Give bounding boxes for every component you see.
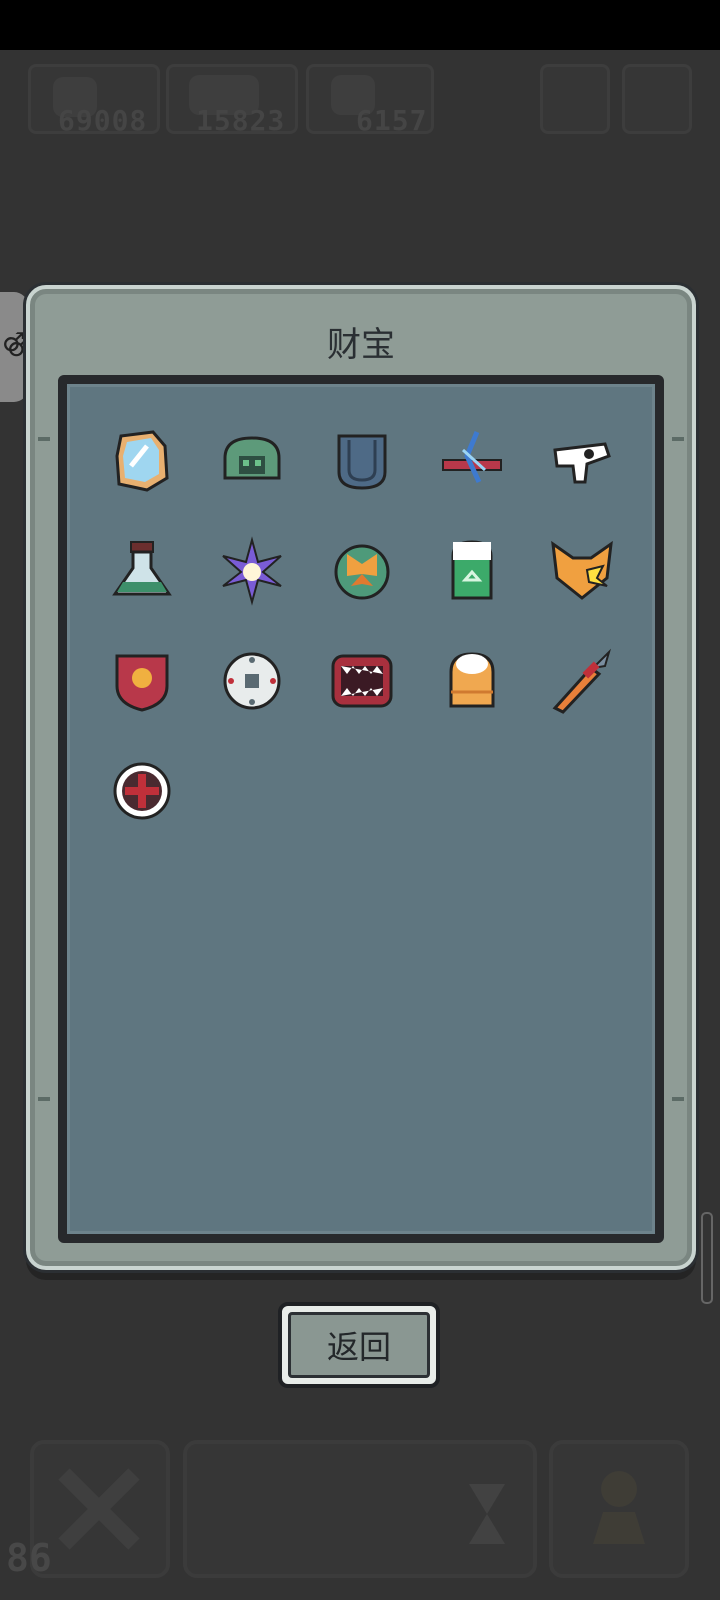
hud-button-1	[540, 64, 610, 134]
scrollbar[interactable]	[701, 1212, 713, 1304]
accessibility-tab[interactable]: ⚣	[0, 292, 30, 402]
orange-bag-treasure[interactable]	[437, 646, 507, 716]
purple-star-treasure[interactable]	[217, 536, 287, 606]
cross-medal-icon	[113, 762, 171, 820]
dagger-treasure[interactable]	[547, 646, 617, 716]
panel-rivet	[38, 1097, 50, 1101]
back-button[interactable]: 返回	[278, 1302, 440, 1388]
hourglass-icon	[469, 1484, 505, 1544]
star-burst-icon	[222, 536, 282, 606]
panel-rivet	[672, 1097, 684, 1101]
panel-rivet	[672, 437, 684, 441]
crossbow-icon	[442, 431, 502, 484]
butterfly-orb-treasure[interactable]	[327, 536, 397, 606]
helmet-icon	[223, 436, 281, 480]
mirror-treasure[interactable]	[107, 426, 177, 496]
panel-rivet	[38, 437, 50, 441]
resource-3-value: 6157	[356, 104, 428, 137]
eye-glyph-icon	[553, 442, 611, 484]
crossed-swords-icon	[58, 1468, 140, 1550]
red-cross-medal-treasure[interactable]	[107, 756, 177, 826]
back-button-label: 返回	[288, 1312, 430, 1378]
crossbow-treasure[interactable]	[437, 426, 507, 496]
treasure-grid	[58, 375, 664, 1243]
shield-icon	[115, 654, 169, 712]
bag-icon	[449, 652, 495, 708]
treasure-panel: 财宝	[26, 285, 696, 1270]
monster-mouth-treasure[interactable]	[327, 646, 397, 716]
gear-icon	[223, 652, 281, 710]
status-bar	[0, 0, 720, 50]
dagger-icon	[552, 648, 612, 714]
green-helmet-treasure[interactable]	[217, 426, 287, 496]
butterfly-orb-icon	[334, 544, 390, 600]
resource-2-value: 15823	[196, 104, 286, 137]
fox-mask-icon	[551, 540, 613, 600]
fox-mask-treasure[interactable]	[547, 536, 617, 606]
jar-icon	[451, 540, 493, 600]
white-gear-treasure[interactable]	[217, 646, 287, 716]
panel-title: 财宝	[327, 325, 395, 365]
bottom-center-panel	[183, 1440, 537, 1578]
pocket-icon	[337, 434, 387, 490]
eye-glyph-treasure[interactable]	[547, 426, 617, 496]
level-number: 86	[6, 1536, 52, 1580]
potion-flask-icon	[112, 541, 172, 596]
hero-silhouette-icon	[593, 1471, 645, 1544]
blue-pocket-treasure[interactable]	[327, 426, 397, 496]
mirror-icon	[115, 430, 169, 492]
red-shield-treasure[interactable]	[107, 646, 177, 716]
green-jar-treasure[interactable]	[437, 536, 507, 606]
hud-button-2	[622, 64, 692, 134]
monster-mouth-icon	[331, 654, 393, 708]
bottom-hero-button	[549, 1440, 689, 1578]
resource-1-value: 69008	[58, 104, 148, 137]
potion-flask-treasure[interactable]	[107, 536, 177, 606]
